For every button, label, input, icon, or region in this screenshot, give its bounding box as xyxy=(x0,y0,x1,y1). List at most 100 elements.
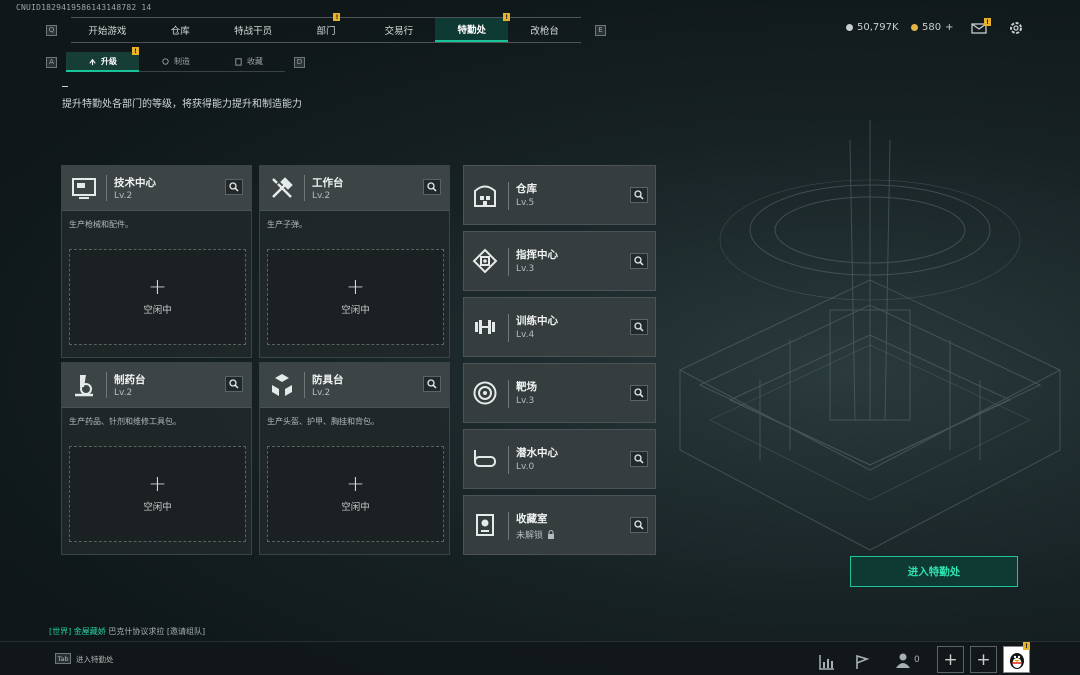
facility-name: 靶场 xyxy=(516,381,537,393)
invite-slot-button[interactable]: + xyxy=(970,646,997,673)
search-icon xyxy=(229,379,239,389)
plus-icon: + xyxy=(148,472,167,497)
workstation-card-tech-center[interactable]: 技术中心 Lv.2 生产枪械和配件。 + 空闲中 xyxy=(61,165,252,358)
workstation-name: 技术中心 xyxy=(114,177,156,189)
slot-status: 空闲中 xyxy=(341,305,370,316)
search-icon xyxy=(634,520,644,530)
nav-next-key[interactable]: E xyxy=(595,24,606,36)
facility-name: 仓库 xyxy=(516,183,537,195)
workstation-subtitle: 生产头盔、护甲、胸挂和背包。 xyxy=(267,417,379,426)
trophy-case-icon xyxy=(476,514,494,536)
facility-name: 收藏室 xyxy=(516,513,548,525)
stats-icon[interactable] xyxy=(818,650,836,674)
inspect-button[interactable] xyxy=(630,319,648,335)
plus-icon: + xyxy=(346,275,365,300)
flag-icon[interactable] xyxy=(853,650,871,674)
mail-badge: ! xyxy=(984,18,991,26)
tab-gunsmith[interactable]: 改枪台 xyxy=(508,18,581,42)
subtab-collection[interactable]: 收藏 xyxy=(212,52,285,72)
workstation-subtitle: 生产子弹。 xyxy=(267,220,307,229)
facility-lock-status: 未解锁 xyxy=(516,528,555,541)
craft-slot[interactable]: + 空闲中 xyxy=(267,249,444,345)
base-illustration xyxy=(678,120,1062,551)
tech-center-icon xyxy=(72,178,96,199)
search-icon xyxy=(634,190,644,200)
top-nav: Q 开始游戏 仓库 特战干员 部门 ! 交易行 特勤处 ! 改枪台 E xyxy=(46,13,606,43)
gold-coin-icon xyxy=(911,24,918,31)
collection-icon xyxy=(235,58,242,66)
facility-level: Lv.3 xyxy=(516,264,535,274)
facility-row-diving-center[interactable]: 潜水中心 Lv.0 xyxy=(463,429,656,489)
tab-warehouse[interactable]: 仓库 xyxy=(144,18,217,42)
facility-row-command-center[interactable]: 指挥中心 Lv.3 xyxy=(463,231,656,291)
diving-mask-icon xyxy=(474,450,496,467)
workstation-level: Lv.2 xyxy=(312,388,331,398)
tab-key-hint[interactable]: Tab xyxy=(55,653,71,664)
subtab-craft[interactable]: 制造 xyxy=(139,52,212,72)
inspect-button[interactable] xyxy=(630,253,648,269)
gear-icon[interactable] xyxy=(1007,19,1025,37)
inspect-button[interactable] xyxy=(225,376,243,392)
warehouse-icon xyxy=(474,185,496,207)
facility-name: 训练中心 xyxy=(516,315,558,327)
facility-name: 指挥中心 xyxy=(516,249,558,261)
subnav-next-key[interactable]: D xyxy=(294,56,305,68)
workstation-card-pharmacy[interactable]: 制药台 Lv.2 生产药品、针剂和维修工具包。 + 空闲中 xyxy=(61,362,252,555)
alert-badge: ! xyxy=(132,47,139,55)
tab-operators[interactable]: 特战干员 xyxy=(217,18,290,42)
search-icon xyxy=(634,454,644,464)
workstation-name: 制药台 xyxy=(114,374,146,386)
avatar-badge: ! xyxy=(1023,642,1030,650)
slot-status: 空闲中 xyxy=(341,502,370,513)
subnav-prev-key[interactable]: A xyxy=(46,56,57,68)
facility-level: Lv.5 xyxy=(516,198,535,208)
tab-trade[interactable]: 交易行 xyxy=(362,18,435,42)
page-description: 提升特勤处各部门的等级，将获得能力提升和制造能力 xyxy=(62,99,302,110)
inspect-button[interactable] xyxy=(630,517,648,533)
dumbbell-icon xyxy=(475,320,495,334)
sub-nav: A 升级 ! 制造 收藏 D xyxy=(46,47,305,72)
inspect-button[interactable] xyxy=(423,179,441,195)
craft-slot[interactable]: + 空闲中 xyxy=(267,446,444,542)
inspect-button[interactable] xyxy=(630,385,648,401)
inspect-button[interactable] xyxy=(630,187,648,203)
tab-start-game[interactable]: 开始游戏 xyxy=(71,18,144,42)
slot-status: 空闲中 xyxy=(143,502,172,513)
facility-row-shooting-range[interactable]: 靶场 Lv.3 xyxy=(463,363,656,423)
search-icon xyxy=(634,388,644,398)
facility-name: 潜水中心 xyxy=(516,447,558,459)
silver-coin-icon xyxy=(846,24,853,31)
facility-row-warehouse[interactable]: 仓库 Lv.5 xyxy=(463,165,656,225)
tab-department[interactable]: 部门 ! xyxy=(290,13,363,42)
inspect-button[interactable] xyxy=(225,179,243,195)
inspect-button[interactable] xyxy=(423,376,441,392)
search-icon xyxy=(634,256,644,266)
facility-row-training-center[interactable]: 训练中心 Lv.4 xyxy=(463,297,656,357)
facility-level: Lv.4 xyxy=(516,330,535,340)
chat-message: 巴克什协议求拉 [邀请组队] xyxy=(108,627,206,636)
workstation-level: Lv.2 xyxy=(114,191,133,201)
tab-special-ops[interactable]: 特勤处 ! xyxy=(435,13,511,42)
gold-currency[interactable]: 580 + xyxy=(911,22,953,33)
armor-boxes-icon xyxy=(272,374,292,396)
inspect-button[interactable] xyxy=(630,451,648,467)
chat-line[interactable]: [世界] 金屋藏娇 巴克什协议求拉 [邀请组队] xyxy=(49,626,205,637)
workstation-card-armor[interactable]: 防具台 Lv.2 生产头盔、护甲、胸挂和背包。 + 空闲中 xyxy=(259,362,450,555)
craft-slot[interactable]: + 空闲中 xyxy=(69,446,246,542)
user-id: CNUID1829419586143148782 14 xyxy=(16,3,152,12)
avatar[interactable] xyxy=(1003,646,1030,673)
chat-sender[interactable]: 金屋藏娇 xyxy=(74,627,106,636)
subtab-upgrade[interactable]: 升级 ! xyxy=(66,47,139,72)
friends-button[interactable]: 0 xyxy=(895,648,920,672)
enter-special-ops-button[interactable]: 进入特勤处 xyxy=(850,556,1018,587)
facility-level: Lv.3 xyxy=(516,396,535,406)
invite-slot-button[interactable]: + xyxy=(937,646,964,673)
workstation-card-workbench[interactable]: 工作台 Lv.2 生产子弹。 + 空闲中 xyxy=(259,165,450,358)
nav-prev-key[interactable]: Q xyxy=(46,24,57,36)
craft-slot[interactable]: + 空闲中 xyxy=(69,249,246,345)
facility-row-collection-room[interactable]: 收藏室 未解锁 xyxy=(463,495,656,555)
add-gold-button[interactable]: + xyxy=(945,22,953,33)
penguin-avatar-icon xyxy=(1009,652,1024,669)
command-center-icon xyxy=(472,248,498,274)
divider xyxy=(62,86,68,87)
